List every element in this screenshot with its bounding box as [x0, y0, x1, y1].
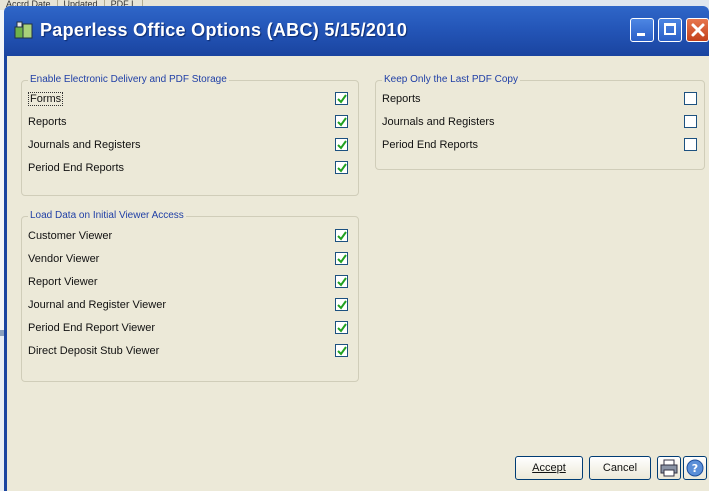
- accept-label: Accept: [532, 462, 566, 474]
- accept-button[interactable]: Accept: [515, 456, 583, 480]
- check-icon: [337, 254, 347, 264]
- dialog-body: Enable Electronic Delivery and PDF Stora…: [4, 56, 709, 491]
- check-icon: [337, 231, 347, 241]
- option-label: Direct Deposit Stub Viewer: [28, 345, 160, 357]
- keep-last-pdf-group: Keep Only the Last PDF Copy Reports Jour…: [375, 74, 705, 170]
- paperless-office-options-dialog: Paperless Office Options (ABC) 5/15/2010…: [4, 6, 709, 491]
- help-button[interactable]: ?: [683, 456, 707, 480]
- option-keep-period-end-reports[interactable]: Period End Reports: [382, 136, 478, 154]
- viewer-access-group: Load Data on Initial Viewer Access Custo…: [21, 210, 359, 382]
- option-vendor-viewer[interactable]: Vendor Viewer: [28, 250, 99, 268]
- print-button[interactable]: [657, 456, 681, 480]
- option-reports[interactable]: Reports: [28, 113, 67, 131]
- check-icon: [337, 323, 347, 333]
- title-bar[interactable]: Paperless Office Options (ABC) 5/15/2010: [4, 6, 709, 56]
- keep-period-end-reports-checkbox[interactable]: [684, 138, 697, 151]
- option-journal-register-viewer[interactable]: Journal and Register Viewer: [28, 296, 166, 314]
- journals-registers-checkbox[interactable]: [335, 138, 348, 151]
- option-forms[interactable]: Forms: [28, 90, 64, 108]
- journal-register-viewer-checkbox[interactable]: [335, 298, 348, 311]
- option-label: Period End Reports: [28, 162, 124, 174]
- option-direct-deposit-stub-viewer[interactable]: Direct Deposit Stub Viewer: [28, 342, 159, 360]
- group-title: Enable Electronic Delivery and PDF Stora…: [28, 74, 229, 85]
- check-icon: [337, 346, 347, 356]
- option-label: Journal and Register Viewer: [28, 299, 166, 311]
- option-label: Period End Reports: [382, 139, 478, 151]
- period-end-reports-checkbox[interactable]: [335, 161, 348, 174]
- group-title: Load Data on Initial Viewer Access: [28, 210, 186, 221]
- check-icon: [337, 94, 347, 104]
- direct-deposit-stub-viewer-checkbox[interactable]: [335, 344, 348, 357]
- check-icon: [337, 117, 347, 127]
- window-title: Paperless Office Options (ABC) 5/15/2010: [40, 20, 408, 40]
- option-label: Vendor Viewer: [28, 253, 100, 265]
- check-icon: [337, 300, 347, 310]
- customer-viewer-checkbox[interactable]: [335, 229, 348, 242]
- check-icon: [337, 277, 347, 287]
- maximize-button[interactable]: [658, 18, 682, 42]
- option-label: Reports: [382, 93, 421, 105]
- option-journals-registers[interactable]: Journals and Registers: [28, 136, 141, 154]
- option-label: Report Viewer: [28, 276, 98, 288]
- option-label: Forms: [28, 92, 64, 106]
- option-period-end-reports[interactable]: Period End Reports: [28, 159, 124, 177]
- keep-reports-checkbox[interactable]: [684, 92, 697, 105]
- option-report-viewer[interactable]: Report Viewer: [28, 273, 98, 291]
- close-icon: [691, 23, 705, 37]
- close-button[interactable]: [686, 18, 709, 42]
- option-keep-reports[interactable]: Reports: [382, 90, 421, 108]
- cancel-button[interactable]: Cancel: [589, 456, 651, 480]
- reports-checkbox[interactable]: [335, 115, 348, 128]
- vendor-viewer-checkbox[interactable]: [335, 252, 348, 265]
- group-title: Keep Only the Last PDF Copy: [382, 74, 520, 85]
- forms-checkbox[interactable]: [335, 92, 348, 105]
- app-icon: [14, 21, 34, 39]
- option-customer-viewer[interactable]: Customer Viewer: [28, 227, 112, 245]
- period-end-report-viewer-checkbox[interactable]: [335, 321, 348, 334]
- help-icon: ?: [686, 459, 704, 477]
- option-label: Customer Viewer: [28, 230, 113, 242]
- electronic-delivery-group: Enable Electronic Delivery and PDF Stora…: [21, 74, 359, 196]
- svg-text:?: ?: [692, 462, 698, 475]
- minimize-button[interactable]: [630, 18, 654, 42]
- option-label: Reports: [28, 116, 67, 128]
- check-icon: [337, 140, 347, 150]
- keep-journals-registers-checkbox[interactable]: [684, 115, 697, 128]
- printer-icon: [660, 459, 678, 477]
- option-period-end-report-viewer[interactable]: Period End Report Viewer: [28, 319, 155, 337]
- check-icon: [337, 163, 347, 173]
- option-label: Journals and Registers: [382, 116, 495, 128]
- option-label: Period End Report Viewer: [28, 322, 155, 334]
- option-keep-journals-registers[interactable]: Journals and Registers: [382, 113, 495, 131]
- option-label: Journals and Registers: [28, 139, 141, 151]
- cancel-label: Cancel: [602, 462, 638, 474]
- report-viewer-checkbox[interactable]: [335, 275, 348, 288]
